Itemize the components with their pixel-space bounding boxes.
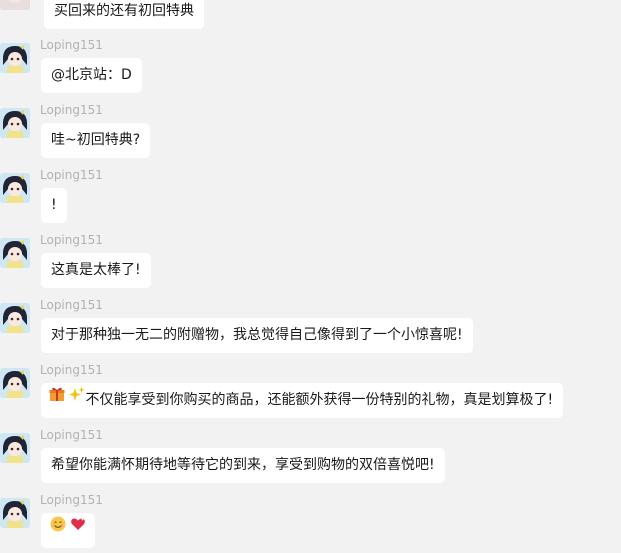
message-text: 希望你能满怀期待地等待它的到来，享受到购物的双倍喜悦吧! bbox=[51, 457, 435, 473]
sender-name: Loping151 bbox=[40, 298, 103, 312]
sender-name: Loping151 bbox=[40, 493, 103, 507]
message-bubble[interactable] bbox=[41, 511, 96, 548]
sender-name: Loping151 bbox=[40, 233, 103, 247]
message-bubble[interactable]: ! bbox=[41, 188, 67, 223]
chat-message: Loping151 ! bbox=[0, 168, 621, 228]
message-text: 不仅能享受到你购买的商品，还能额外获得一份特别的礼物，真是划算极了! bbox=[85, 392, 554, 408]
chat-message: Loping151 bbox=[0, 493, 621, 553]
message-text: 对于那种独一无二的附赠物，我总觉得自己像得到了一个小惊喜呢! bbox=[51, 327, 463, 343]
sender-name: Loping151 bbox=[40, 38, 103, 52]
chat-message: Loping151 希望你能满怀期待地等待它的到来，享受到购物的双倍喜悦吧! bbox=[0, 428, 621, 488]
sender-name: Loping151 bbox=[40, 168, 103, 182]
avatar[interactable] bbox=[0, 303, 30, 333]
message-text: 哇~初回特典? bbox=[51, 132, 141, 148]
chat-message: Loping151 不仅能享受到你购买的商品，还能额外获得一份特别的礼物，真是划… bbox=[0, 363, 621, 423]
sender-name: Loping151 bbox=[40, 103, 103, 117]
message-text: 这真是太棒了! bbox=[51, 262, 141, 278]
smiling-face-icon bbox=[50, 511, 66, 546]
message-bubble[interactable]: 不仅能享受到你购买的商品，还能额外获得一份特别的礼物，真是划算极了! bbox=[41, 381, 564, 418]
message-text: 买回来的还有初回特典 bbox=[54, 3, 194, 19]
message-text: @北京站：D bbox=[51, 67, 132, 83]
avatar[interactable] bbox=[0, 433, 30, 463]
avatar[interactable] bbox=[0, 0, 30, 10]
message-bubble[interactable]: 哇~初回特典? bbox=[41, 123, 151, 158]
chat-message-list[interactable]: 买回来的还有初回特典 Loping151 @北京站：D Loping151 哇~… bbox=[0, 0, 621, 553]
avatar[interactable] bbox=[0, 108, 30, 138]
message-bubble[interactable]: 希望你能满怀期待地等待它的到来，享受到购物的双倍喜悦吧! bbox=[41, 448, 445, 483]
avatar[interactable] bbox=[0, 173, 30, 203]
chat-message: 买回来的还有初回特典 bbox=[0, 0, 621, 30]
sparkling-heart-icon bbox=[70, 511, 86, 546]
avatar[interactable] bbox=[0, 368, 30, 398]
avatar[interactable] bbox=[0, 43, 30, 73]
message-bubble[interactable]: 对于那种独一无二的附赠物，我总觉得自己像得到了一个小惊喜呢! bbox=[41, 318, 473, 353]
message-bubble[interactable]: @北京站：D bbox=[41, 58, 142, 93]
message-bubble[interactable]: 买回来的还有初回特典 bbox=[44, 0, 204, 29]
sender-name: Loping151 bbox=[40, 428, 103, 442]
message-text: ! bbox=[51, 197, 57, 213]
avatar[interactable] bbox=[0, 238, 30, 268]
chat-message: Loping151 对于那种独一无二的附赠物，我总觉得自己像得到了一个小惊喜呢! bbox=[0, 298, 621, 358]
gift-icon bbox=[49, 381, 65, 416]
chat-message: Loping151 @北京站：D bbox=[0, 38, 621, 98]
chat-message: Loping151 这真是太棒了! bbox=[0, 233, 621, 293]
message-bubble[interactable]: 这真是太棒了! bbox=[41, 253, 151, 288]
chat-message: Loping151 哇~初回特典? bbox=[0, 103, 621, 163]
avatar[interactable] bbox=[0, 498, 30, 528]
sparkles-icon bbox=[69, 381, 85, 416]
sender-name: Loping151 bbox=[40, 363, 103, 377]
